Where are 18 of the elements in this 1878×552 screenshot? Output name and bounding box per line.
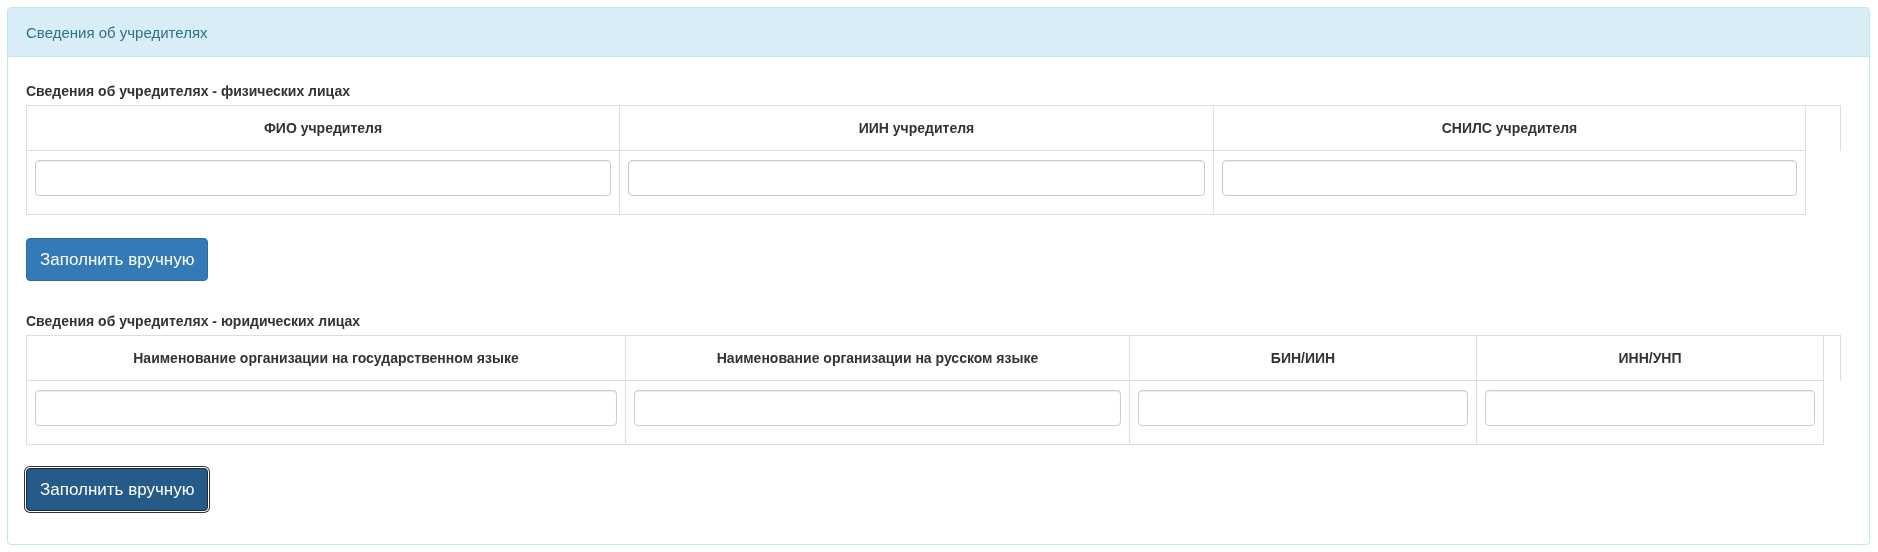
column-header: ФИО учредителя xyxy=(26,105,620,151)
fill-manually-button[interactable]: Заполнить вручную xyxy=(26,468,209,511)
input-field[interactable] xyxy=(1138,390,1468,426)
section-title: Сведения об учредителях - юридических лицах xyxy=(26,312,362,331)
input-field[interactable] xyxy=(628,160,1205,196)
input-field[interactable] xyxy=(634,390,1121,426)
section-title: Сведения об учредителях - физических лицах xyxy=(26,82,351,101)
empty-header-cell xyxy=(1823,335,1841,381)
column-header: СНИЛС учредителя xyxy=(1213,105,1806,151)
input-field[interactable] xyxy=(1485,390,1815,426)
input-field[interactable] xyxy=(1222,160,1797,196)
panel-title: Сведения об учредителях xyxy=(8,8,1869,57)
input-field[interactable] xyxy=(35,160,611,196)
input-field[interactable] xyxy=(35,390,617,426)
fill-manually-button[interactable]: Заполнить вручную xyxy=(26,238,209,281)
empty-header-cell xyxy=(1805,105,1841,151)
column-header: Наименование организации на государственном языке xyxy=(26,335,626,381)
column-header: ИНН/УНП xyxy=(1476,335,1824,381)
